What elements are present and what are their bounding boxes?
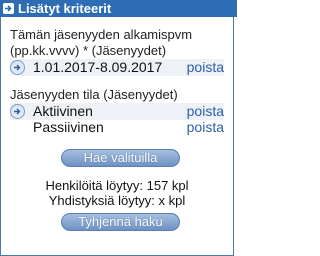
circle-arrow-right-icon xyxy=(10,104,25,119)
date-criterion-value: 1.01.2017-8.09.2017 xyxy=(33,59,163,75)
search-with-selected-button[interactable]: Hae valituilla xyxy=(61,149,180,167)
remove-date-criterion-link[interactable]: poista xyxy=(187,59,224,76)
status-value-active: Aktiivinen xyxy=(33,103,93,119)
clear-search-button[interactable]: Tyhjennä haku xyxy=(61,213,180,231)
status-criterion-row-active: Aktiivinen poista xyxy=(10,103,224,120)
remove-status-active-link[interactable]: poista xyxy=(187,103,224,120)
date-criterion-row: 1.01.2017-8.09.2017 poista xyxy=(10,59,224,76)
status-value-passive: Passiivinen xyxy=(33,119,104,135)
date-criterion-label-line1: Tämän jäsenyyden alkamispvm xyxy=(10,27,193,42)
panel-title: Lisätyt kriteerit xyxy=(18,1,112,16)
person-count-text: Henkilöitä löytyy: 157 kpl xyxy=(45,178,189,193)
arrow-right-icon xyxy=(3,3,14,14)
date-criterion-label-line2: (pp.kk.vvvv) * (Jäsenyydet) xyxy=(10,43,167,58)
association-count-text: Yhdistyksiä löytyy: x kpl xyxy=(48,193,186,208)
panel-header: Lisätyt kriteerit xyxy=(0,0,237,17)
circle-arrow-right-icon xyxy=(10,60,25,75)
status-criterion-row-passive: Passiivinen poista xyxy=(10,119,224,136)
remove-status-passive-link[interactable]: poista xyxy=(187,119,224,136)
status-criterion-label: Jäsenyyden tila (Jäsenyydet) xyxy=(10,87,178,102)
